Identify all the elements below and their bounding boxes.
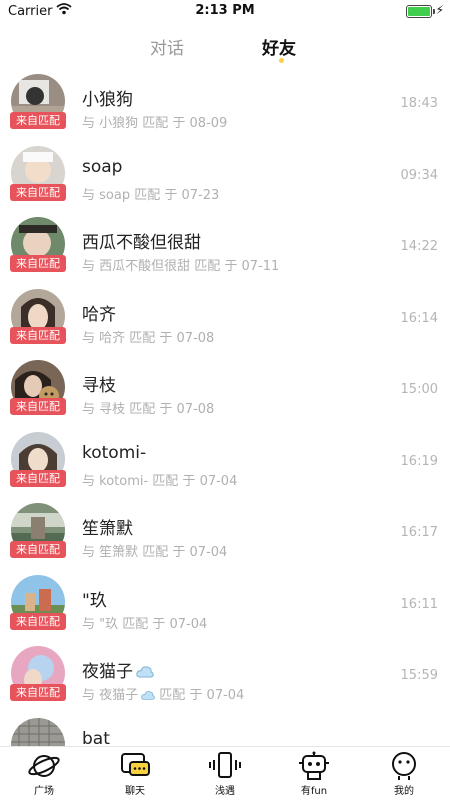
last-time: 16:11: [400, 596, 438, 612]
nav-mine[interactable]: 我的: [374, 751, 434, 797]
friend-row[interactable]: 来自匹配 笙箫默 与 笙箫默 匹配 于 07-04 16:17: [0, 495, 450, 567]
match-info: 与 寻枝 匹配 于 07-08: [82, 402, 215, 417]
charging-icon: ⚡: [435, 3, 444, 17]
match-badge: 来自匹配: [10, 469, 66, 487]
cloud-emoji-icon: [141, 691, 155, 700]
match-badge: 来自匹配: [10, 612, 66, 630]
friend-row[interactable]: 来自匹配 西瓜不酸但很甜 与 西瓜不酸但很甜 匹配 于 07-11 14:22: [0, 209, 450, 281]
last-time: 16:19: [400, 453, 438, 469]
cloud-emoji-icon: [136, 666, 154, 678]
last-time: 14:22: [400, 239, 438, 254]
friend-row[interactable]: 来自匹配 "玖 与 "玖 匹配 于 07-04 16:11: [0, 567, 450, 639]
top-tabs: 对话 好友: [0, 26, 450, 66]
friend-name: kotomi-: [82, 442, 147, 463]
nav-encounter[interactable]: 浅遇: [195, 751, 255, 797]
avatar: [11, 717, 65, 746]
last-time: 16:17: [400, 525, 438, 540]
match-badge: 来自匹配: [10, 398, 66, 415]
clock: 2:13 PM: [195, 3, 255, 18]
match-badge: 来自匹配: [10, 326, 66, 344]
last-time: 16:14: [400, 310, 438, 326]
match-info: 与 西瓜不酸但很甜 匹配 于 07-11: [82, 259, 280, 274]
match-badge: 来自匹配: [10, 183, 66, 201]
last-time: 09:34: [400, 167, 438, 183]
friend-name: 西瓜不酸但很甜: [82, 233, 201, 253]
bottom-nav: 广场 聊天 浅遇 有fun 我的: [0, 746, 450, 801]
friend-name: soap: [82, 156, 123, 177]
active-tab-indicator: [279, 58, 284, 63]
nav-chat[interactable]: 聊天: [105, 751, 165, 797]
tab-friends[interactable]: 好友: [262, 34, 296, 59]
match-badge: 来自匹配: [10, 684, 66, 701]
friend-row[interactable]: 来自匹配 soap 与 soap 匹配 于 07-23 09:34: [0, 138, 450, 210]
profile-face-icon: [392, 752, 416, 780]
nav-label: 浅遇: [215, 786, 235, 797]
match-info: 与 笙箫默 匹配 于 07-04: [82, 545, 228, 560]
nav-square[interactable]: 广场: [14, 751, 74, 797]
chat-icon: [121, 753, 150, 776]
planet-icon: [28, 755, 60, 777]
nav-fun[interactable]: 有fun: [284, 751, 344, 797]
friend-name: 夜猫子: [82, 657, 154, 682]
friend-name: "玖: [82, 590, 107, 611]
friend-name: bat: [82, 728, 110, 747]
friend-list[interactable]: 来自匹配 小狼狗 与 小狼狗 匹配 于 08-09 18:43 来自匹配 soa…: [0, 66, 450, 746]
match-info: 与 夜猫子 匹配 于 07-04: [82, 688, 245, 703]
match-info: 与 "玖 匹配 于 07-04: [82, 616, 208, 632]
match-badge: 来自匹配: [10, 255, 66, 272]
battery-icon: [406, 5, 435, 18]
phone-vibrate-icon: [209, 752, 241, 778]
nav-label: 有fun: [300, 786, 328, 797]
match-info: 与 kotomi- 匹配 于 07-04: [82, 473, 238, 489]
friend-name: 寻枝: [82, 376, 116, 396]
friend-row[interactable]: bat: [0, 710, 450, 747]
friend-row[interactable]: 来自匹配 寻枝 与 寻枝 匹配 于 07-08 15:00: [0, 352, 450, 424]
friend-row[interactable]: 来自匹配 小狼狗 与 小狼狗 匹配 于 08-09 18:43: [0, 66, 450, 138]
match-badge: 来自匹配: [10, 541, 66, 558]
friend-row[interactable]: 来自匹配 夜猫子 与 夜猫子 匹配 于 07-04 15:59: [0, 638, 450, 710]
tab-dialog[interactable]: 对话: [150, 34, 184, 59]
friend-name: 笙箫默: [82, 519, 133, 539]
match-info: 与 小狼狗 匹配 于 08-09: [82, 116, 228, 131]
last-time: 15:59: [400, 668, 438, 683]
status-bar: Carrier 2:13 PM ⚡: [0, 0, 450, 22]
nav-label: 广场: [34, 786, 54, 797]
friend-name: 哈齐: [82, 304, 116, 325]
nav-label: 我的: [394, 786, 414, 797]
friend-row[interactable]: 来自匹配 kotomi- 与 kotomi- 匹配 于 07-04 16:19: [0, 424, 450, 496]
robot-icon: [299, 751, 329, 780]
nav-label: 聊天: [125, 786, 145, 797]
match-info: 与 soap 匹配 于 07-23: [82, 187, 220, 203]
friend-name: 小狼狗: [82, 90, 133, 110]
last-time: 18:43: [400, 96, 438, 111]
friend-row[interactable]: 来自匹配 哈齐 与 哈齐 匹配 于 07-08 16:14: [0, 281, 450, 353]
match-info: 与 哈齐 匹配 于 07-08: [82, 330, 215, 346]
last-time: 15:00: [400, 382, 438, 397]
match-badge: 来自匹配: [10, 112, 66, 129]
